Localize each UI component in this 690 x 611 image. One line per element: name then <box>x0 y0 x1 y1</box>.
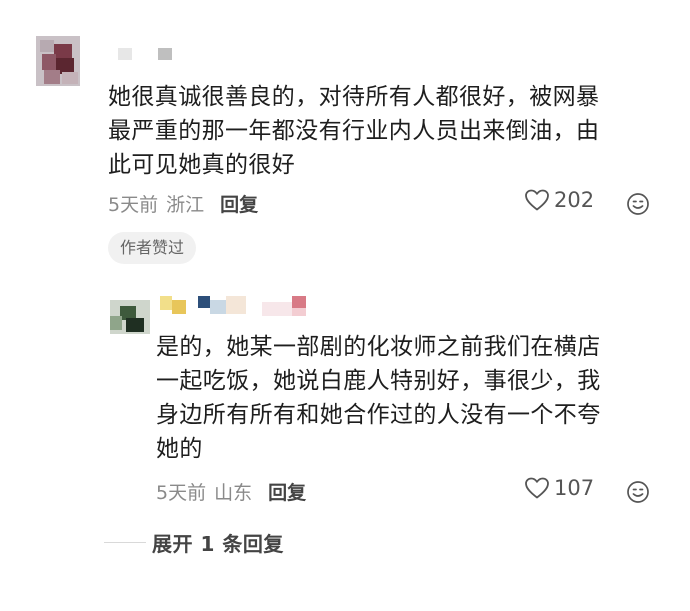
comment-text-line: 她的 <box>156 436 203 462</box>
comment-text: 是的，她某一部剧的化妆师之前我们在横店 一起吃饭，她说白鹿人特别好，事很少，我 … <box>156 330 601 466</box>
avatar[interactable] <box>36 36 80 86</box>
comment-time: 5天前 <box>156 482 207 504</box>
smiley-icon <box>627 193 649 215</box>
comment-location: 山东 <box>214 482 253 504</box>
author-liked-badge: 作者赞过 <box>108 232 197 264</box>
comment-text-line: 是的，她某一部剧的化妆师之前我们在横店 <box>156 334 601 360</box>
like-button[interactable]: 107 <box>524 476 594 500</box>
heart-outline-icon <box>525 477 549 499</box>
comment-text-line: 身边所有所有和她合作过的人没有一个不夸 <box>156 402 601 428</box>
comment-text-line: 她很真诚很善良的，对待所有人都很好，被网暴 <box>108 84 600 110</box>
react-button[interactable] <box>626 192 650 220</box>
username[interactable] <box>160 296 320 320</box>
comment-location: 浙江 <box>166 194 205 216</box>
expand-divider <box>104 542 146 543</box>
reply-button[interactable]: 回复 <box>268 478 306 505</box>
comment-text-line: 最严重的那一年都没有行业内人员出来倒油，由 <box>108 118 600 144</box>
comment-text-line: 一起吃饭，她说白鹿人特别好，事很少，我 <box>156 368 601 394</box>
like-button[interactable]: 202 <box>524 188 594 212</box>
username[interactable] <box>118 46 188 62</box>
expand-replies-label: 展开 1 条回复 <box>152 532 284 556</box>
comment-text: 她很真诚很善良的，对待所有人都很好，被网暴 最严重的那一年都没有行业内人员出来倒… <box>108 80 599 182</box>
avatar[interactable] <box>110 300 150 334</box>
react-button[interactable] <box>626 480 650 508</box>
reply-button[interactable]: 回复 <box>220 190 258 217</box>
like-count: 107 <box>554 476 595 500</box>
expand-replies-button[interactable]: 展开 1 条回复 <box>104 528 284 557</box>
smiley-icon <box>627 481 649 503</box>
comment-time: 5天前 <box>108 194 159 216</box>
comment-text-line: 此可见她真的很好 <box>108 152 296 178</box>
like-count: 202 <box>554 188 595 212</box>
comment-meta: 5天前 浙江 回复 <box>108 190 258 217</box>
heart-outline-icon <box>525 189 549 211</box>
comment-meta: 5天前 山东 回复 <box>156 478 306 505</box>
